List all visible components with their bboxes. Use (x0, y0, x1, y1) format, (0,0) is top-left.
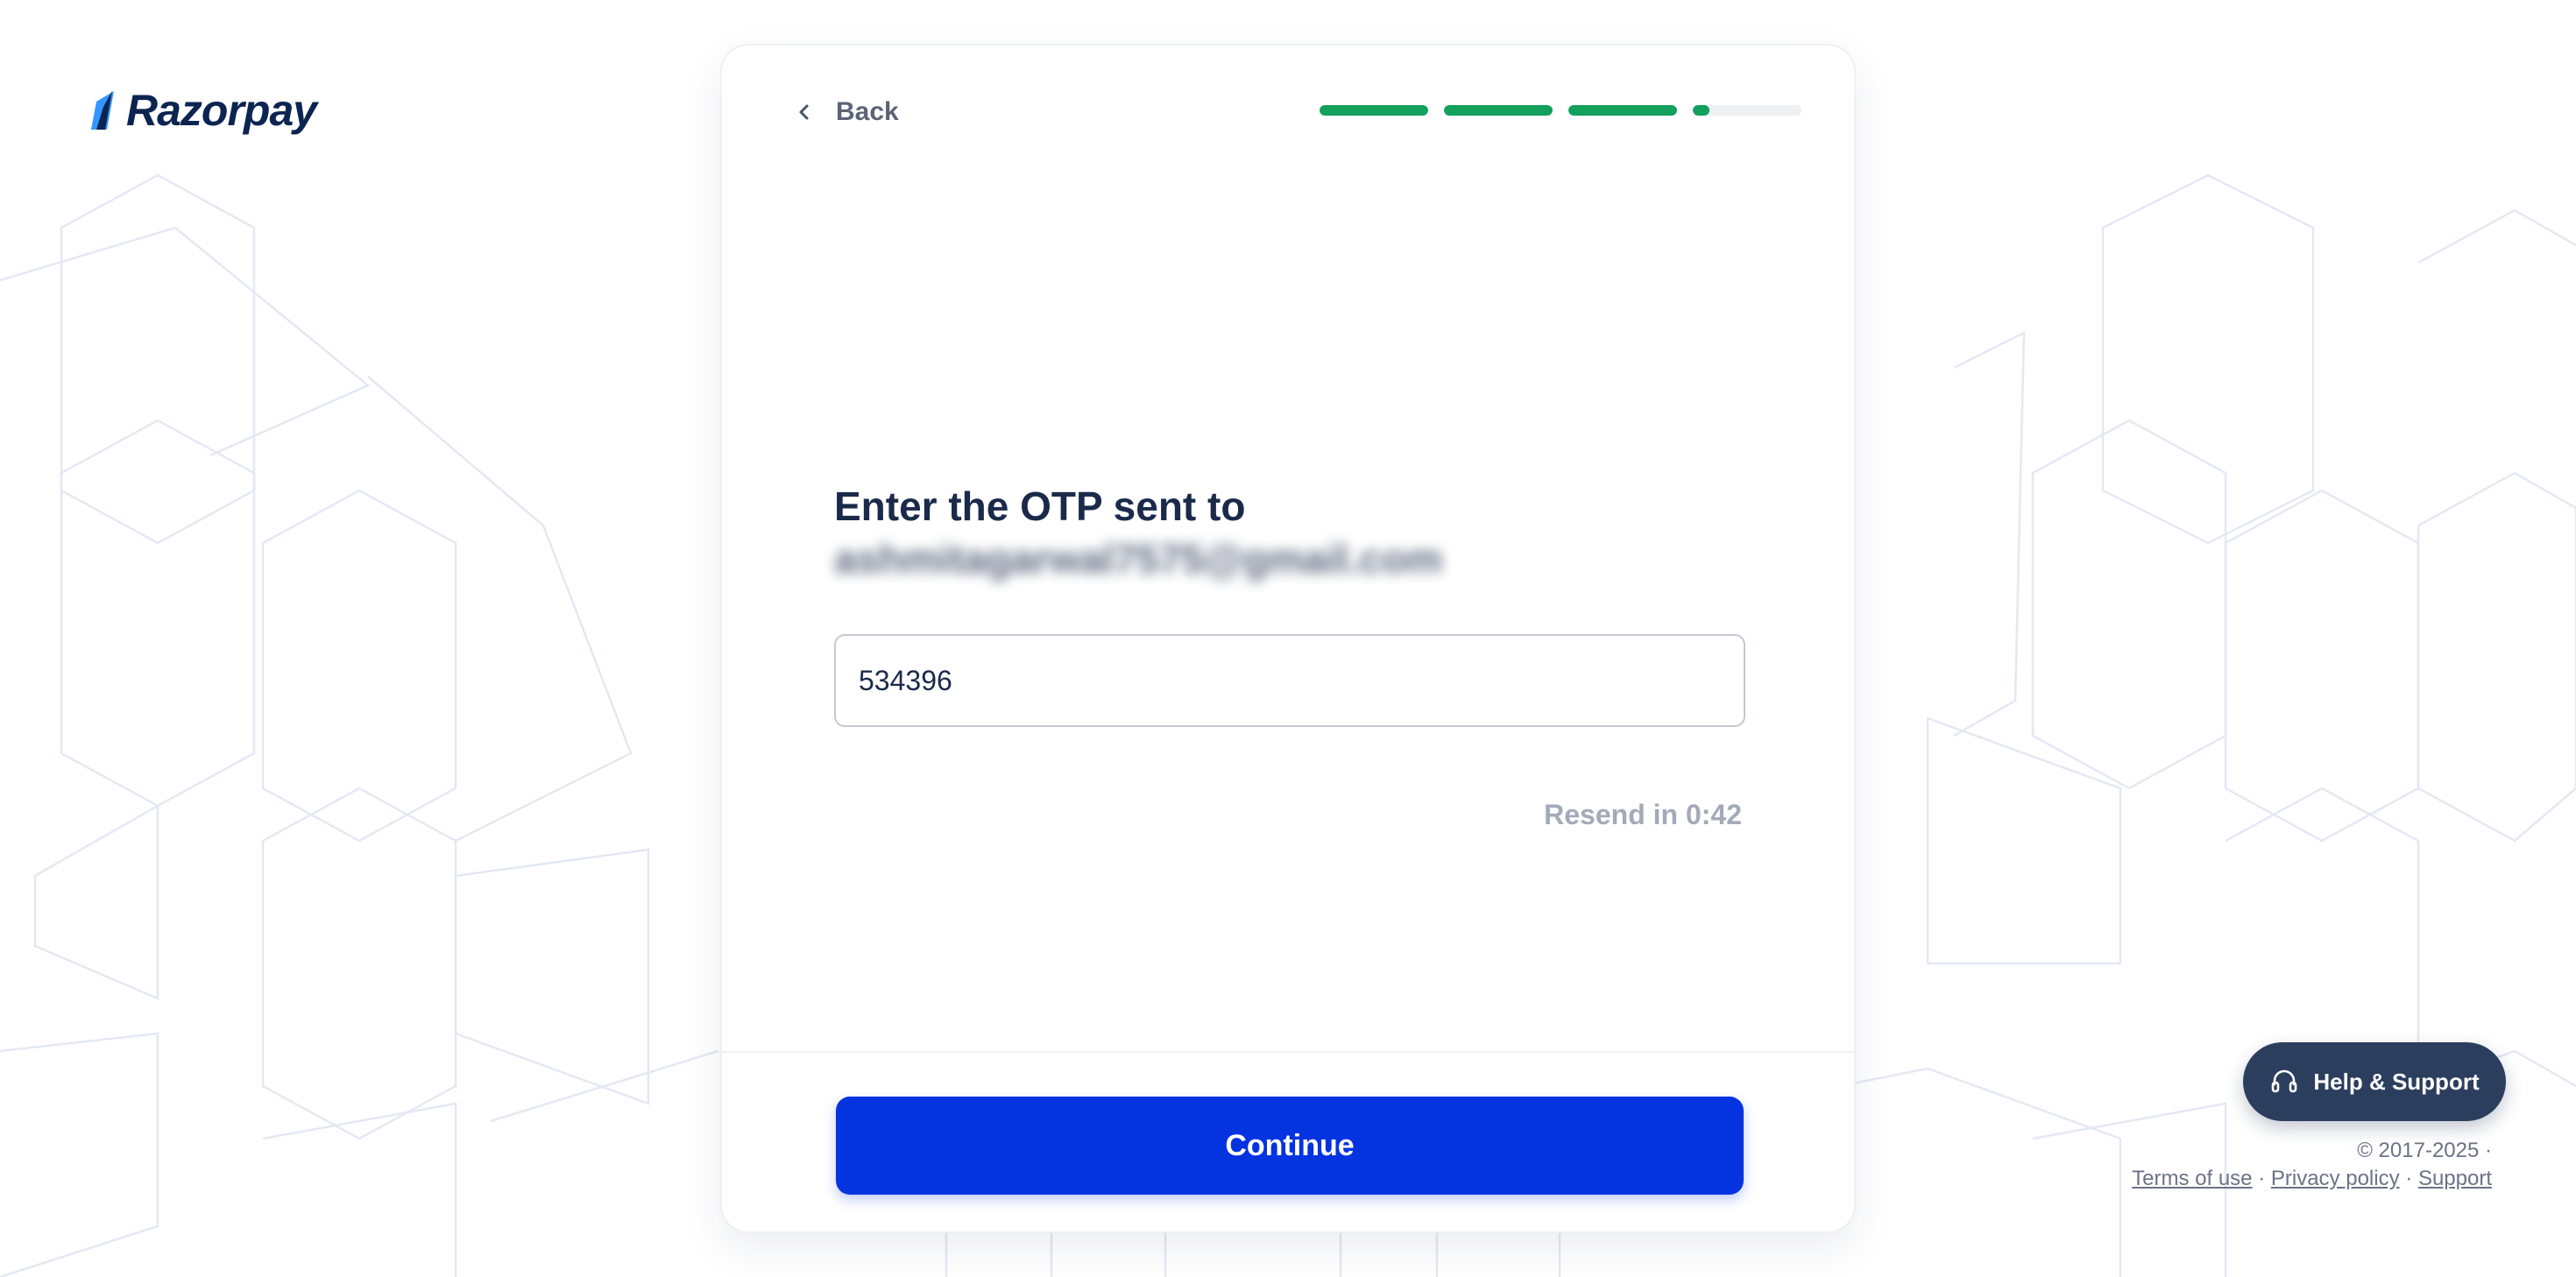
support-link[interactable]: Support (2418, 1167, 2492, 1190)
resend-timer: Resend in 0:42 (1544, 799, 1742, 830)
otp-heading: Enter the OTP sent to ashmitagarwal7575@… (834, 480, 1745, 585)
email-address: ashmitagarwal7575@gmail.com (834, 536, 1443, 582)
privacy-link[interactable]: Privacy policy (2271, 1167, 2400, 1190)
progress-step-2 (1444, 105, 1553, 116)
progress-indicator (1320, 105, 1801, 116)
otp-input[interactable] (834, 634, 1745, 727)
terms-link[interactable]: Terms of use (2132, 1167, 2252, 1190)
back-button[interactable]: Back (792, 93, 899, 131)
chevron-left-icon (799, 104, 809, 120)
progress-step-4 (1693, 105, 1801, 116)
continue-button[interactable]: Continue (836, 1097, 1744, 1195)
footer-divider (722, 1051, 1854, 1053)
copyright: © 2017-2025 · (2357, 1139, 2492, 1162)
help-support-button[interactable]: Help & Support (2243, 1042, 2506, 1121)
separator: · (2258, 1167, 2266, 1190)
razorpay-logo-mark-icon (91, 91, 114, 130)
progress-step-3 (1568, 105, 1677, 116)
help-support-label: Help & Support (2313, 1068, 2480, 1095)
back-label: Back (836, 97, 899, 126)
page-footer: © 2017-2025 · Terms of use · Privacy pol… (2132, 1137, 2492, 1193)
otp-card: Back Enter the OTP sent to ashmitagarwal… (720, 44, 1856, 1233)
page-title: Enter the OTP sent to (834, 483, 1246, 529)
brand-name: Razorpay (126, 86, 317, 135)
headset-icon (2272, 1069, 2297, 1093)
razorpay-logo[interactable]: Razorpay (84, 82, 317, 138)
progress-step-1 (1320, 105, 1428, 116)
separator: · (2405, 1167, 2413, 1190)
footer-links: Terms of use · Privacy policy · Support (2132, 1165, 2492, 1193)
